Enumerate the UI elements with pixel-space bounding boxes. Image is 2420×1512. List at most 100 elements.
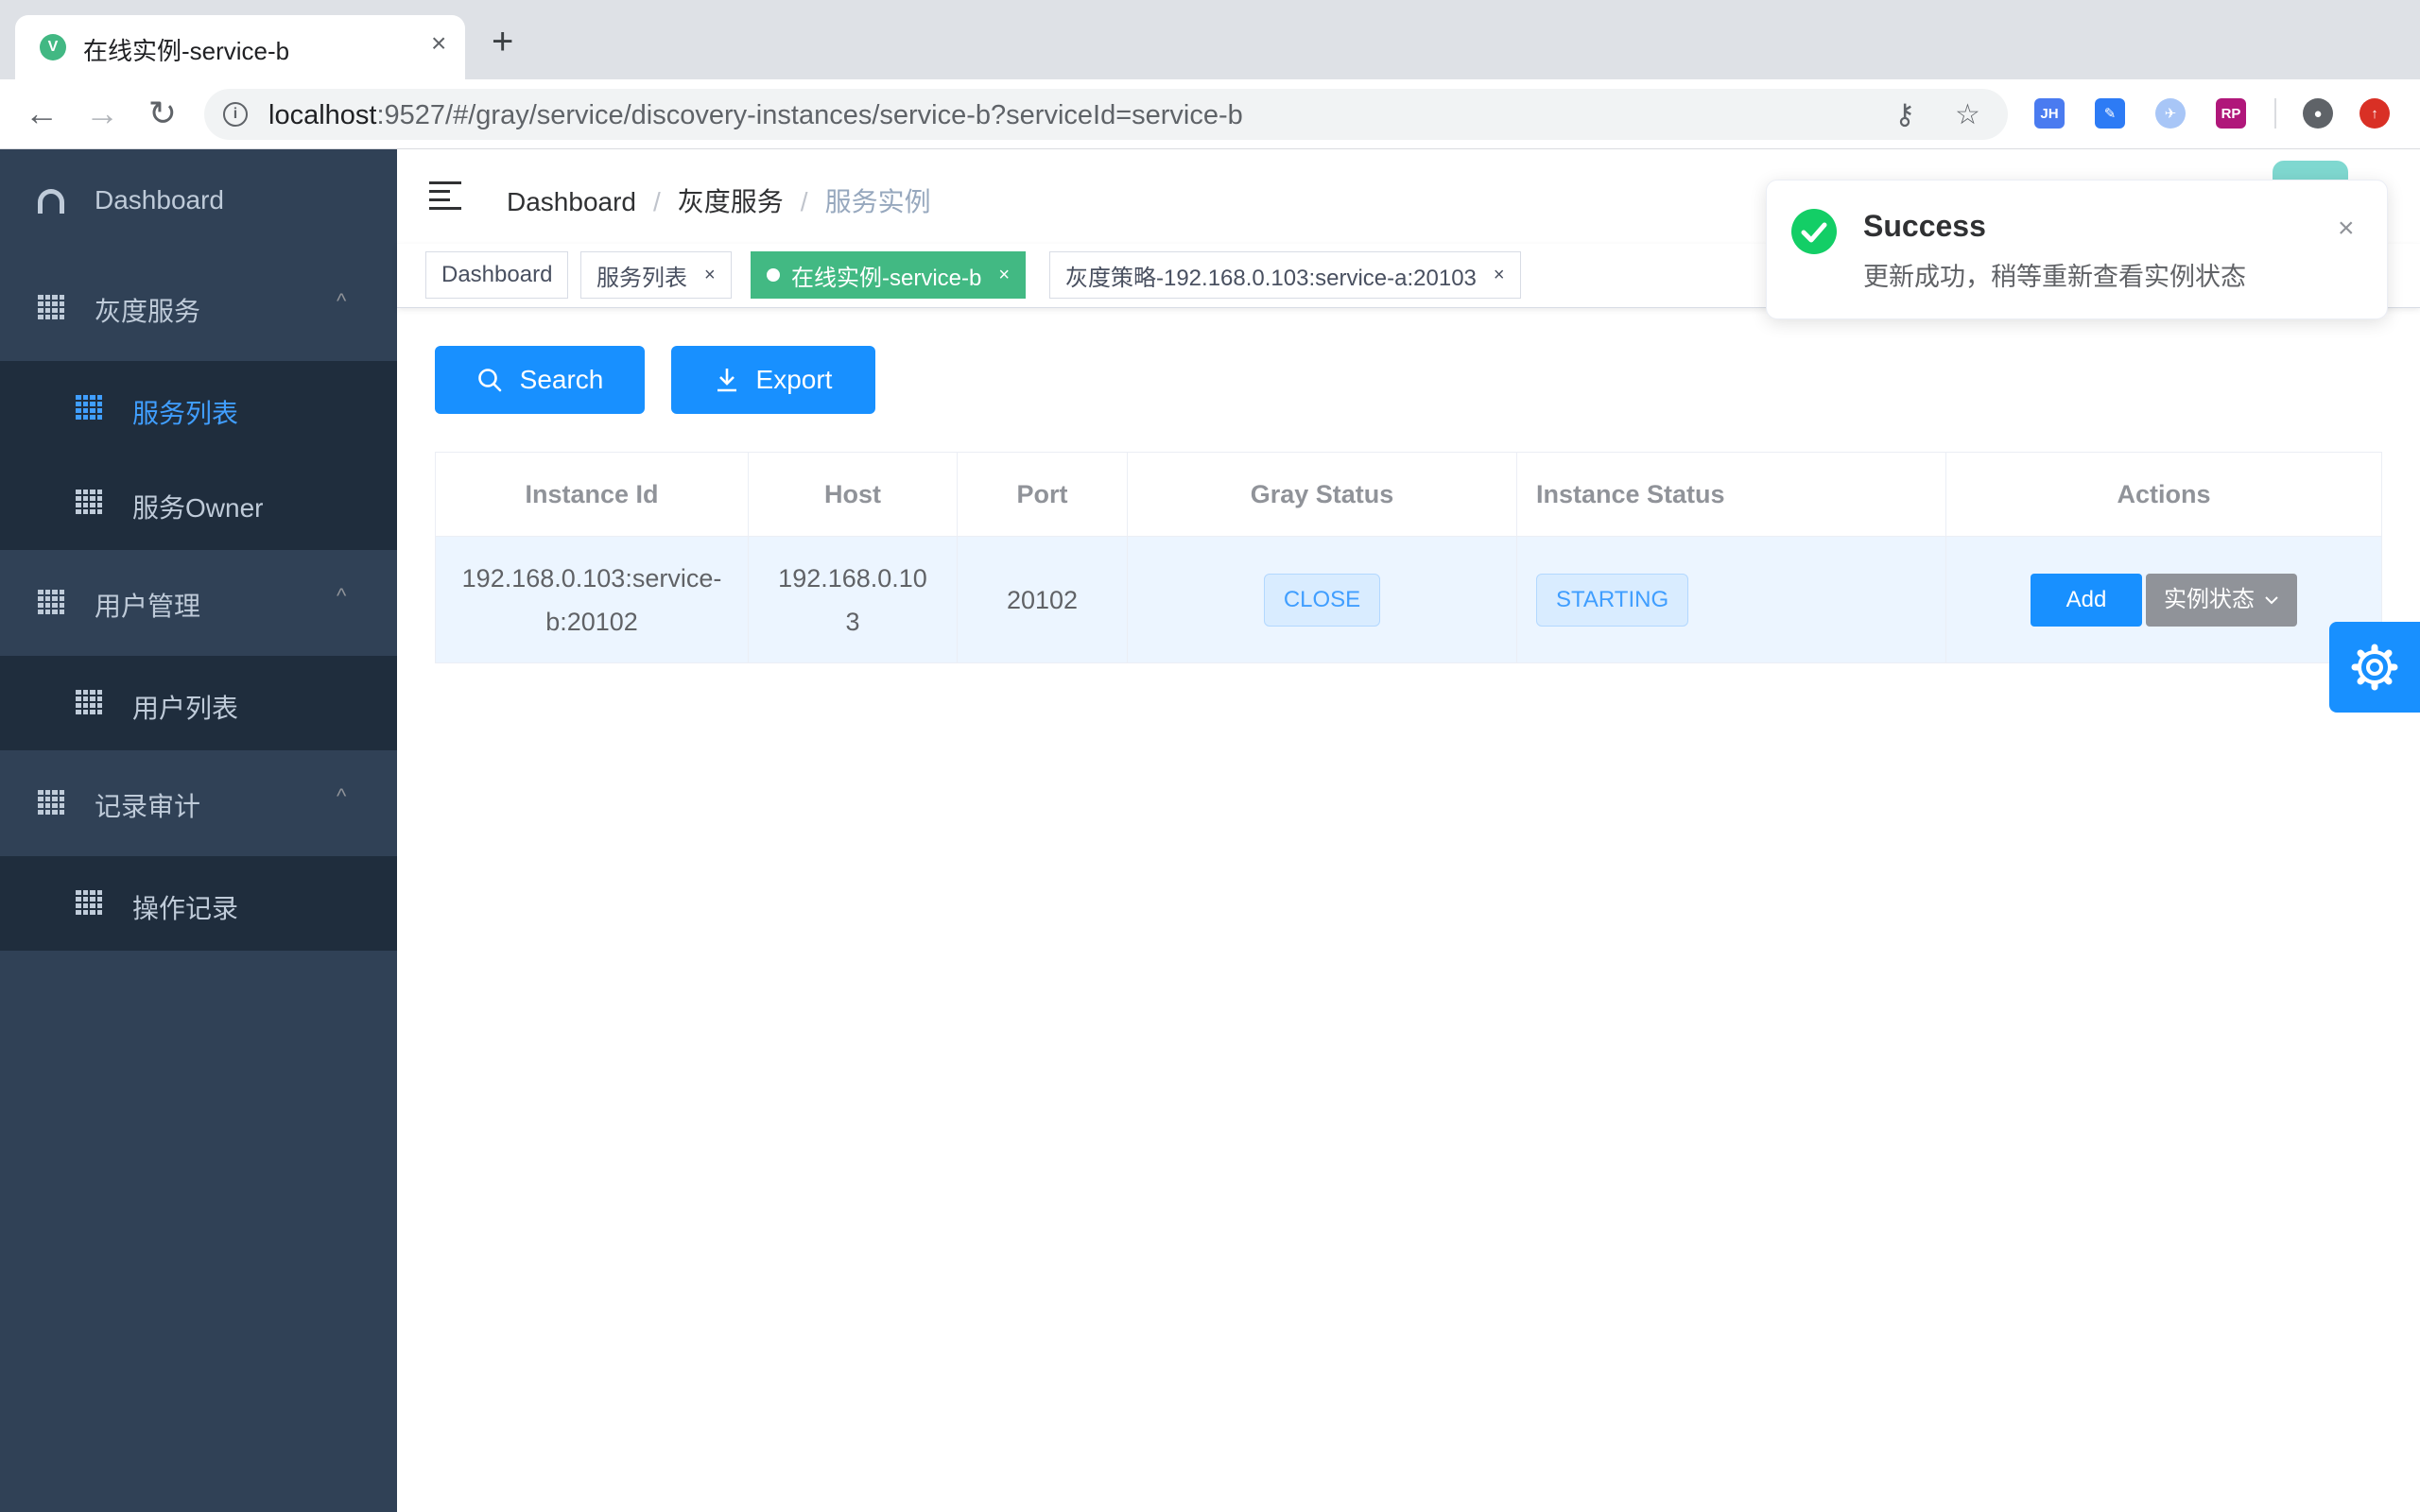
tag-label: 服务列表 (596, 265, 687, 291)
sidebar-item-service-list[interactable]: 服务列表 (0, 361, 397, 455)
settings-button[interactable] (2329, 622, 2420, 713)
table-icon (76, 890, 102, 915)
bookmark-star-icon[interactable]: ☆ (1955, 98, 1980, 131)
dropdown-label: 实例状态 (2164, 586, 2255, 612)
new-tab-button[interactable]: + (492, 23, 513, 60)
site-info-icon[interactable]: i (223, 102, 248, 127)
cell-port: 20102 (958, 537, 1128, 662)
chevron-up-icon: ^ (337, 584, 347, 608)
download-icon (717, 369, 736, 392)
sidebar-item-user-management[interactable]: 用户管理 ^ (0, 550, 397, 656)
sidebar-item-dashboard[interactable]: Dashboard (0, 149, 397, 255)
tag-label: 在线实例-service-b (791, 265, 982, 291)
tag-dashboard[interactable]: Dashboard (425, 251, 569, 299)
search-button-label: Search (519, 365, 604, 394)
hamburger-menu-icon[interactable] (429, 181, 461, 210)
close-icon[interactable]: × (2338, 213, 2355, 245)
sidebar-item-label: 服务列表 (132, 399, 239, 428)
gray-status-tag: CLOSE (1263, 573, 1381, 627)
toolbar-separator (2274, 98, 2276, 129)
breadcrumb-item-dashboard[interactable]: Dashboard (507, 187, 636, 216)
instance-status-dropdown[interactable]: 实例状态 (2146, 573, 2297, 627)
table-header: Instance Id Host Port Gray Status Instan… (436, 453, 2381, 536)
sidebar-item-audit[interactable]: 记录审计 ^ (0, 750, 397, 856)
active-dot-icon (767, 268, 780, 282)
tag-label: Dashboard (441, 262, 553, 287)
table-icon (38, 295, 64, 319)
sidebar-item-label: 记录审计 (95, 792, 201, 821)
forward-arrow-icon[interactable]: → (83, 94, 121, 132)
key-icon[interactable]: ⚷ (1894, 98, 1915, 131)
tag-service-list[interactable]: 服务列表 × (580, 251, 732, 299)
column-header-gray-status[interactable]: Gray Status (1128, 453, 1517, 536)
sidebar-item-service-owner[interactable]: 服务Owner (0, 455, 397, 550)
sidebar-item-label: 用户管理 (95, 592, 201, 621)
tag-close-icon[interactable]: × (1494, 265, 1505, 286)
address-bar[interactable]: i localhost:9527/#/gray/service/discover… (204, 89, 2008, 140)
host-line: 192.168.0.10 (778, 563, 927, 593)
extension-jh-icon[interactable]: JH (2034, 98, 2065, 129)
instances-table: Instance Id Host Port Gray Status Instan… (435, 452, 2382, 663)
instance-id-line: b:20102 (545, 607, 638, 636)
update-arrow-icon[interactable]: ↑ (2360, 98, 2390, 129)
tag-label: 灰度策略-192.168.0.103:service-a:20103 (1065, 265, 1477, 291)
reload-icon[interactable]: ↻ (144, 94, 182, 132)
add-button[interactable]: Add (2031, 573, 2142, 627)
notification-message: 更新成功，稍等重新查看实例状态 (1863, 263, 2246, 291)
table-row[interactable]: 192.168.0.103:service- b:20102 192.168.0… (436, 536, 2381, 662)
search-button[interactable]: Search (435, 346, 645, 414)
column-header-host[interactable]: Host (749, 453, 958, 536)
success-notification: Success 更新成功，稍等重新查看实例状态 × (1766, 180, 2388, 319)
cell-instance-id: 192.168.0.103:service- b:20102 (436, 537, 749, 662)
tag-close-icon[interactable]: × (704, 265, 716, 286)
profile-avatar-icon[interactable]: ● (2303, 98, 2333, 129)
url-text[interactable]: localhost:9527/#/gray/service/discovery-… (268, 100, 1243, 131)
dashboard-gauge-icon (38, 189, 64, 214)
cell-host: 192.168.0.10 3 (749, 537, 958, 662)
gear-icon (2351, 644, 2398, 691)
sidebar-item-label: 灰度服务 (95, 297, 201, 326)
table-icon (76, 395, 102, 420)
chevron-down-icon (2265, 595, 2278, 604)
instance-id-line: 192.168.0.103:service- (461, 563, 722, 593)
tag-gray-strategy[interactable]: 灰度策略-192.168.0.103:service-a:20103 × (1049, 251, 1521, 299)
breadcrumb-item-gray-service[interactable]: 灰度服务 (678, 187, 784, 216)
back-arrow-icon[interactable]: ← (23, 94, 60, 132)
sidebar-item-label: 操作记录 (132, 894, 239, 923)
column-header-port[interactable]: Port (958, 453, 1128, 536)
extension-pen-icon[interactable]: ✎ (2095, 98, 2125, 129)
export-button[interactable]: Export (671, 346, 875, 414)
extension-bird-icon[interactable]: ✈ (2155, 98, 2186, 129)
table-icon (38, 590, 64, 614)
breadcrumb: Dashboard / 灰度服务 / 服务实例 (507, 181, 931, 219)
tab-close-icon[interactable]: × (431, 28, 446, 59)
cell-gray-status: CLOSE (1128, 537, 1517, 662)
table-icon (38, 790, 64, 815)
export-button-label: Export (755, 365, 833, 394)
column-header-instance-id[interactable]: Instance Id (436, 453, 749, 536)
sidebar-item-gray-service[interactable]: 灰度服务 ^ (0, 255, 397, 361)
browser-tab[interactable]: V 在线实例-service-b × (15, 15, 465, 79)
extension-rp-icon[interactable]: RP (2216, 98, 2246, 129)
search-icon (477, 369, 501, 392)
sidebar-item-label: Dashboard (95, 185, 224, 215)
sidebar: Dashboard 灰度服务 ^ 服务列表 服务Owner 用户管理 ^ 用户列… (0, 149, 397, 1512)
url-path: :9527/#/gray/service/discovery-instances… (376, 100, 1243, 130)
tag-close-icon[interactable]: × (998, 265, 1010, 286)
tag-online-instances[interactable]: 在线实例-service-b × (751, 251, 1027, 299)
browser-tabstrip: V 在线实例-service-b × + (0, 0, 2420, 79)
url-host: localhost (268, 100, 377, 130)
breadcrumb-item-current: 服务实例 (824, 187, 931, 216)
table-icon (76, 490, 102, 514)
sidebar-item-operation-log[interactable]: 操作记录 (0, 856, 397, 951)
notification-title: Success (1863, 209, 1986, 243)
chevron-up-icon: ^ (337, 289, 347, 313)
breadcrumb-separator: / (652, 187, 661, 216)
column-header-instance-status[interactable]: Instance Status (1517, 453, 1946, 536)
chevron-up-icon: ^ (337, 784, 347, 808)
browser-tab-title: 在线实例-service-b (83, 37, 290, 65)
cell-instance-status: STARTING (1517, 537, 1946, 662)
sidebar-item-user-list[interactable]: 用户列表 (0, 656, 397, 750)
host-line: 3 (845, 607, 860, 636)
vue-favicon-icon: V (40, 34, 66, 60)
